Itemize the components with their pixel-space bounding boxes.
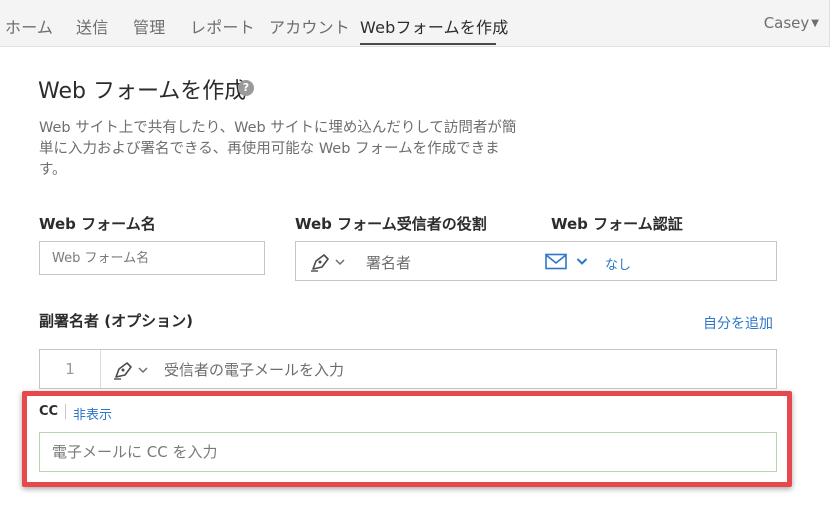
auth-dropdown-chevron-icon[interactable] [576, 257, 588, 266]
recipient-role-label: Web フォーム受信者の役割 [295, 215, 487, 233]
signature-pen-icon[interactable] [310, 252, 332, 272]
recipient-number: 1 [40, 350, 101, 388]
nav-reports[interactable]: レポート [190, 14, 255, 38]
email-envelope-icon[interactable] [545, 253, 567, 270]
cc-divider [65, 404, 66, 419]
page-title: Web フォームを作成 [38, 79, 247, 104]
cc-email-input[interactable] [39, 432, 777, 472]
cosigner-label: 副署名者 (オプション) [39, 312, 193, 330]
page-description: Web サイト上で共有したり、Web サイトに埋め込んだりして訪問者が簡単に入力… [39, 120, 517, 178]
add-myself-link[interactable]: 自分を追加 [703, 313, 773, 333]
nav-manage[interactable]: 管理 [133, 14, 165, 38]
web-form-name-label: Web フォーム名 [39, 215, 156, 233]
recipient-role-chevron-icon[interactable] [138, 366, 148, 374]
role-value[interactable]: 署名者 [366, 252, 411, 273]
nav-home[interactable]: ホーム [5, 14, 53, 38]
authentication-label: Web フォーム認証 [551, 215, 683, 233]
nav-account[interactable]: アカウント [269, 14, 350, 38]
recipient-email-input[interactable] [162, 350, 766, 390]
active-tab-indicator [360, 43, 496, 45]
role-dropdown-chevron-icon[interactable] [335, 258, 345, 266]
role-auth-combo: 署名者 なし [295, 241, 777, 281]
nav-send[interactable]: 送信 [76, 14, 108, 38]
help-icon[interactable]: ? [238, 80, 254, 96]
auth-value[interactable]: なし [605, 254, 631, 273]
caret-down-icon: ▼ [811, 18, 819, 29]
top-navigation-bar: ホーム 送信 管理 レポート アカウント Webフォームを作成 Casey ▼ [0, 0, 830, 47]
nav-create-web-form[interactable]: Webフォームを作成 [360, 14, 508, 38]
web-form-name-input[interactable] [39, 241, 265, 275]
signature-pen-icon[interactable] [113, 360, 135, 380]
user-name: Casey [763, 14, 810, 32]
cc-label: CC [39, 404, 59, 419]
user-menu[interactable]: Casey ▼ [764, 14, 819, 32]
recipient-row: 1 [39, 349, 777, 390]
cc-hide-link[interactable]: 非表示 [73, 404, 112, 423]
